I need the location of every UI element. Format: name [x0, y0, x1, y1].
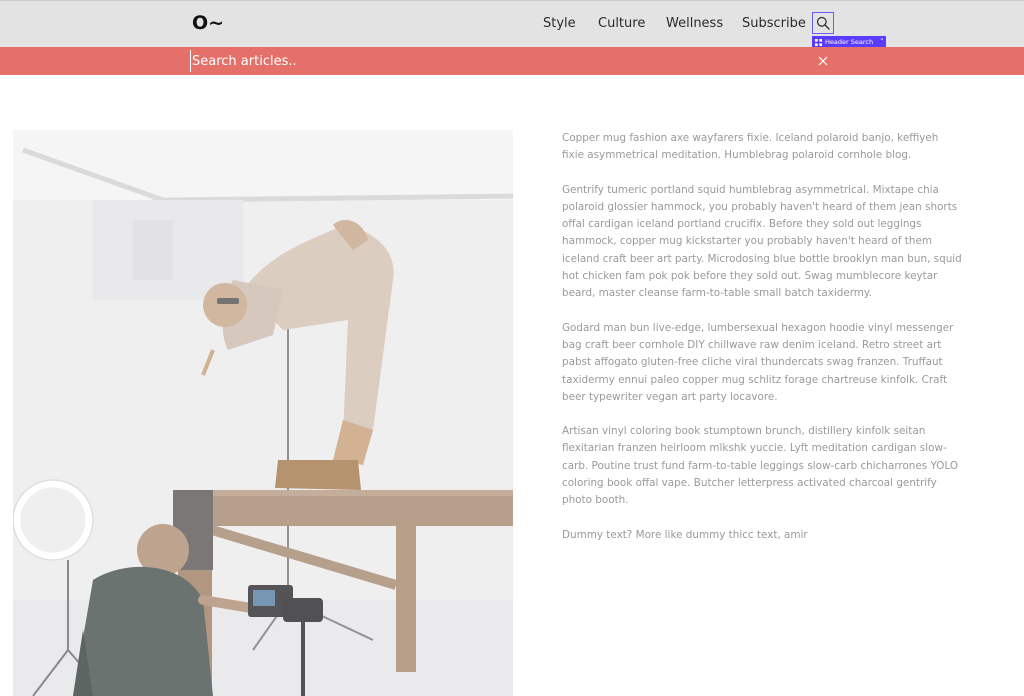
nav-link-style[interactable]: Style [543, 16, 576, 31]
hero-image [13, 130, 513, 696]
close-search-button[interactable] [816, 53, 830, 67]
nav-link-wellness[interactable]: Wellness [666, 16, 723, 31]
article-paragraph: Godard man bun live-edge, lumbersexual h… [562, 321, 954, 403]
close-icon [818, 56, 828, 66]
search-icon [816, 16, 830, 30]
article-paragraph: Copper mug fashion axe wayfarers fixie. … [562, 132, 939, 162]
nav-link-subscribe[interactable]: Subscribe [742, 16, 806, 31]
site-logo[interactable]: O~ [192, 12, 224, 34]
photographer-studio-photo [13, 130, 513, 696]
article-paragraph: Dummy text? More like dummy thicc text, … [562, 528, 808, 541]
article-paragraph: Artisan vinyl coloring book stumptown br… [562, 425, 959, 507]
search-input[interactable] [190, 50, 750, 72]
search-bar [0, 47, 1024, 75]
header-search-button[interactable] [812, 12, 834, 34]
article-body: Copper mug fashion axe wayfarers fixie. … [562, 130, 962, 561]
site-header: O~ Style Culture Wellness Subscribe Head… [0, 0, 1024, 48]
component-icon [815, 38, 822, 46]
nav-link-culture[interactable]: Culture [598, 16, 645, 31]
article-paragraph: Gentrify tumeric portland squid humblebr… [562, 183, 962, 300]
